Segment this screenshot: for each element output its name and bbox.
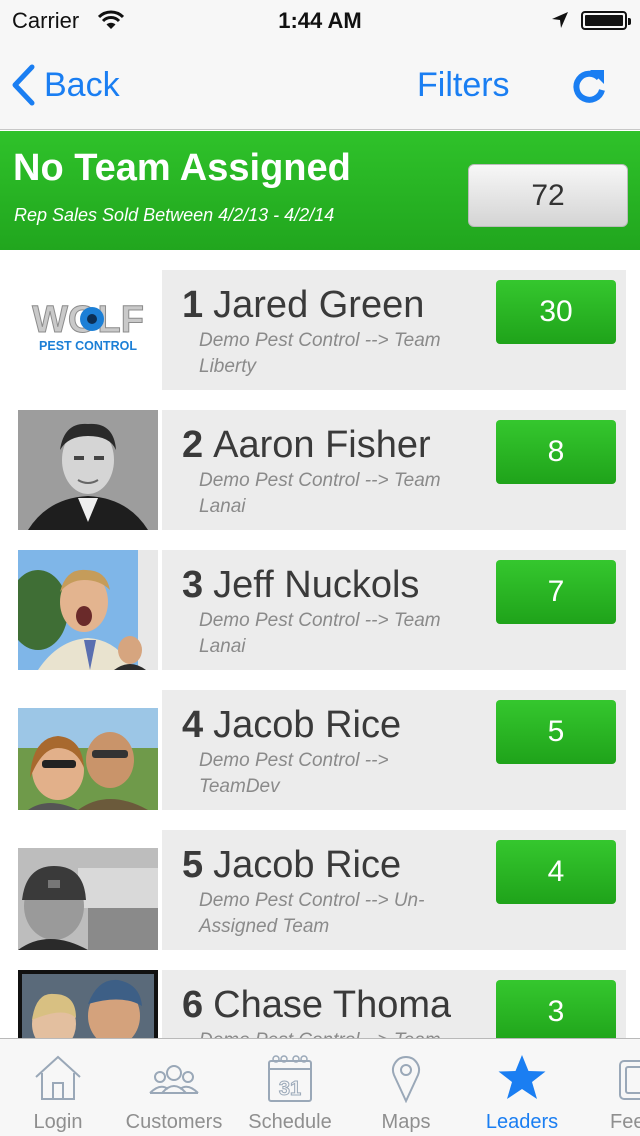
back-button[interactable]: Back [10,62,120,108]
leader-card: 5 Jacob Rice Demo Pest Control --> Un-Ass… [162,830,626,950]
leader-row[interactable]: 4 Jacob Rice Demo Pest Control --> TeamDe… [0,690,640,810]
leader-name: Jacob Rice [213,704,402,746]
leader-score: 5 [496,700,616,764]
people-icon [149,1065,199,1094]
tab-bar: Login Customers 31 Schedule Maps Leaders… [0,1038,640,1136]
avatar-photo [18,970,158,1038]
avatar-image [18,970,158,1038]
tab-label: Feed [610,1111,640,1133]
tab-customers[interactable]: Customers [116,1039,232,1136]
team-name: No Team Assigned [13,147,351,189]
tab-label: Maps [381,1111,431,1133]
battery-icon [581,11,631,30]
leader-team: Demo Pest Control --> Un-Assigned Team [199,890,425,937]
logo-image: WOLF PEST CONTROL [32,299,145,354]
tab-label: Leaders [485,1111,559,1133]
leader-score: 4 [496,840,616,904]
team-header: No Team Assigned Rep Sales Sold Between … [0,131,640,250]
leader-card: 4 Jacob Rice Demo Pest Control --> TeamDe… [162,690,626,810]
svg-text:31: 31 [279,1078,301,1100]
leader-name: Chase Thoma [213,984,452,1026]
feed-icon [619,1060,640,1100]
leader-row[interactable]: WOLF PEST CONTROL 1Jared Green Demo Pest… [0,270,640,390]
leader-card: 3 Jeff Nuckols Demo Pest Control --> Team… [162,550,626,670]
leader-card: 6Chase Thoma Demo Pest Control --> Team … [162,970,626,1038]
leader-name: Jacob Rice [213,844,402,886]
wolf-pest-control-logo: WOLF PEST CONTROL [18,270,158,390]
leader-rank: 2 [182,424,204,466]
leader-team: Demo Pest Control --> Team Lanai [199,470,441,517]
home-icon [35,1055,81,1100]
tab-maps[interactable]: Maps [348,1039,464,1136]
leader-card: 2 Aaron Fisher Demo Pest Control --> Team… [162,410,626,530]
leader-row[interactable]: 6Chase Thoma Demo Pest Control --> Team … [0,970,640,1038]
leader-team: Demo Pest Control --> Team Lanai [199,610,441,657]
avatar-image [18,708,158,810]
map-pin-icon [392,1056,420,1103]
tab-label: Customers [125,1111,223,1133]
leader-row[interactable]: 3 Jeff Nuckols Demo Pest Control --> Team… [0,550,640,670]
filters-button[interactable]: Filters [417,66,510,105]
leader-team: Demo Pest Control --> Team Liberty [199,330,441,377]
avatar-image [18,550,158,670]
leader-row[interactable]: 2 Aaron Fisher Demo Pest Control --> Team… [0,410,640,530]
leader-score: 3 [496,980,616,1038]
leader-score: 8 [496,420,616,484]
leader-rank: 6 [182,984,204,1026]
leader-team: Demo Pest Control --> Team [199,1028,469,1038]
refresh-icon[interactable] [568,66,610,108]
leader-name: Jeff Nuckols [213,564,420,606]
leader-score: 30 [496,280,616,344]
leader-name: Jared Green [213,284,425,326]
leader-rank: 4 [182,704,204,746]
avatar-image [18,410,158,530]
leaderboard-list[interactable]: WOLF PEST CONTROL 1Jared Green Demo Pest… [0,250,640,1038]
chevron-left-icon [12,64,35,106]
tab-login[interactable]: Login [0,1039,116,1136]
calendar-icon: 31 [268,1055,312,1102]
tab-feed[interactable]: Feed [580,1039,640,1136]
leader-rank: 1 [182,284,204,326]
nav-bar: Back Filters [0,40,640,130]
location-arrow-icon [552,12,568,28]
avatar-photo [18,410,158,530]
team-date-range: Rep Sales Sold Between 4/2/13 - 4/2/14 [14,205,335,225]
leader-row[interactable]: 5 Jacob Rice Demo Pest Control --> Un-Ass… [0,830,640,950]
star-icon [498,1055,546,1099]
tab-label: Login [33,1111,83,1133]
status-time: 1:44 AM [278,8,362,33]
leader-card: 1 Jared Green Demo Pest Control --> Team … [162,270,626,390]
avatar-photo [18,708,158,810]
status-bar: Carrier 1:44 AM [0,0,640,40]
avatar-image [18,848,158,950]
team-total-badge: 72 [468,164,628,227]
leader-team: Demo Pest Control --> TeamDev [199,750,389,797]
avatar-photo [18,848,158,950]
leader-rank: 5 [182,844,204,886]
tab-leaders[interactable]: Leaders [464,1039,580,1136]
leader-rank: 3 [182,564,204,606]
leader-name: Aaron Fisher [213,424,431,466]
back-label: Back [44,65,120,104]
tab-label: Schedule [248,1111,332,1133]
tab-schedule[interactable]: 31 Schedule [232,1039,348,1136]
leader-score: 7 [496,560,616,624]
svg-text:PEST CONTROL: PEST CONTROL [39,339,137,353]
avatar-photo [18,550,158,670]
